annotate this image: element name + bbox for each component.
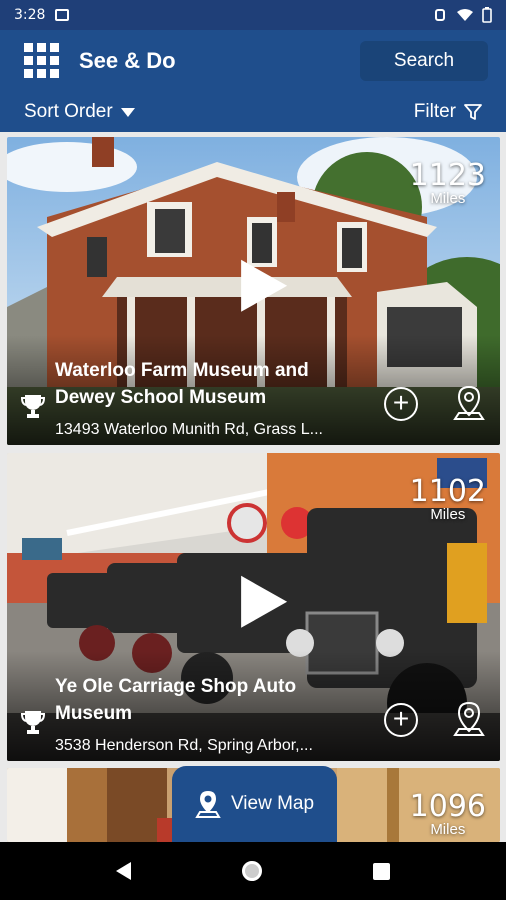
listing-card[interactable]: 1102 Miles Ye Ole Carriage Shop Auto Mus… xyxy=(7,453,500,761)
back-icon[interactable] xyxy=(115,862,131,880)
listing-card[interactable]: 1123 Miles Waterloo Farm Museum and Dewe… xyxy=(7,137,500,445)
distance-badge: 1096 Miles xyxy=(410,792,486,838)
sort-order-button[interactable]: Sort Order xyxy=(24,101,113,123)
page-title: See & Do xyxy=(79,48,176,73)
listing-address: 13493 Waterloo Munith Rd, Grass L... xyxy=(55,421,323,438)
app-bar: See & Do Search xyxy=(0,30,506,92)
home-icon[interactable] xyxy=(241,861,262,881)
battery-icon xyxy=(482,7,492,23)
play-icon[interactable] xyxy=(240,259,287,312)
status-bar: 3:28 xyxy=(0,0,506,30)
sort-filter-bar: Sort Order Filter xyxy=(0,92,506,132)
filter-button[interactable]: Filter xyxy=(414,101,482,123)
status-icons xyxy=(432,7,492,23)
status-time: 3:28 xyxy=(14,7,46,23)
add-icon[interactable]: + xyxy=(384,703,418,737)
map-pin-icon[interactable] xyxy=(452,701,486,737)
search-button[interactable]: Search xyxy=(360,41,488,81)
distance-value: 1096 xyxy=(409,789,486,824)
distance-unit: Miles xyxy=(430,190,466,207)
image-notification-icon xyxy=(55,9,70,21)
trophy-icon xyxy=(21,395,45,418)
distance-unit: Miles xyxy=(430,821,466,838)
map-pin-icon[interactable] xyxy=(452,385,486,421)
map-pin-icon xyxy=(195,791,221,818)
view-map-label: View Map xyxy=(230,793,315,814)
vibrate-icon xyxy=(435,9,445,21)
add-icon[interactable]: + xyxy=(384,387,418,421)
listing-name[interactable]: Waterloo Farm Museum and Dewey School Mu… xyxy=(55,357,355,411)
trophy-icon xyxy=(21,711,45,734)
filter-label: Filter xyxy=(413,101,456,122)
distance-value: 1102 xyxy=(409,474,486,509)
system-nav-bar xyxy=(0,842,506,900)
filter-icon xyxy=(464,104,482,120)
distance-value: 1123 xyxy=(409,158,486,193)
distance-badge: 1123 Miles xyxy=(410,161,486,207)
view-map-button[interactable]: View Map xyxy=(172,766,337,842)
wifi-icon xyxy=(457,9,473,21)
distance-badge: 1102 Miles xyxy=(410,477,486,523)
menu-grid-icon[interactable] xyxy=(24,43,60,79)
listing-address: 3538 Henderson Rd, Spring Arbor,... xyxy=(55,737,313,754)
recents-icon[interactable] xyxy=(373,862,391,880)
distance-unit: Miles xyxy=(430,506,466,523)
listing-name[interactable]: Ye Ole Carriage Shop Auto Museum xyxy=(55,673,355,727)
play-icon[interactable] xyxy=(240,575,287,628)
sort-caret-icon[interactable] xyxy=(120,107,135,117)
